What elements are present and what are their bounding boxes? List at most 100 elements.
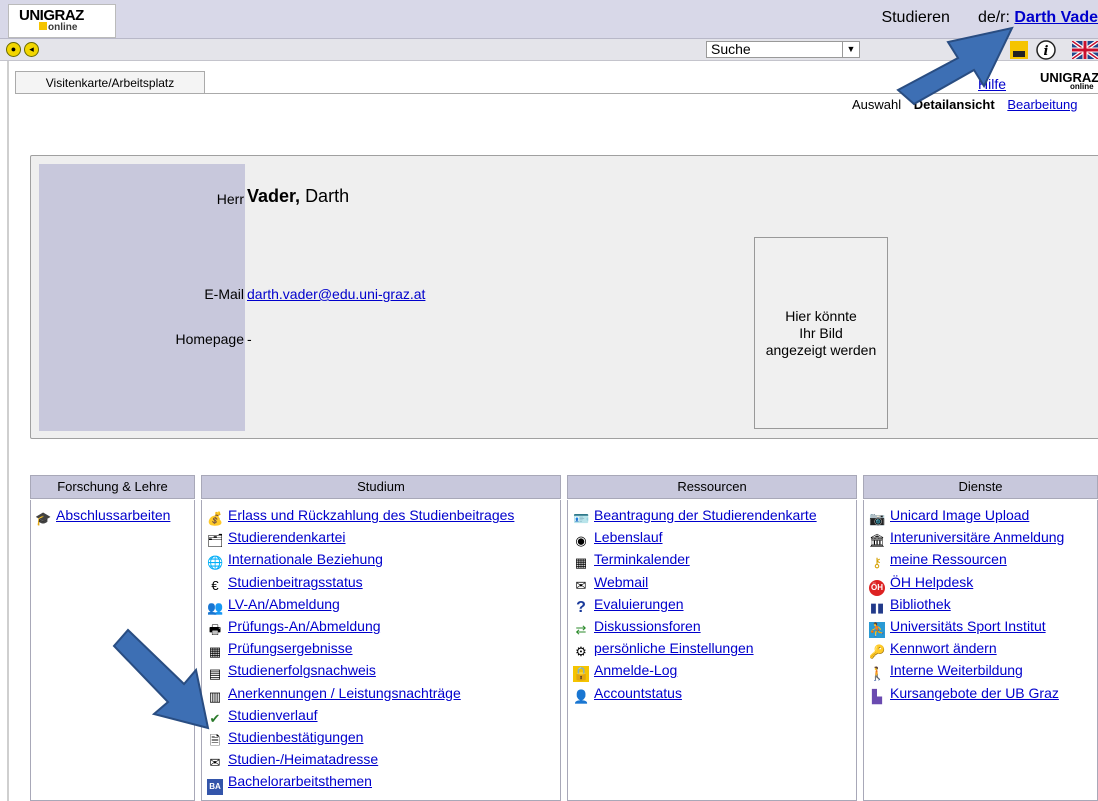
item-label[interactable]: Studienverlauf: [228, 707, 318, 723]
mail-icon: ✉: [575, 577, 587, 593]
item-label[interactable]: Erlass und Rückzahlung des Studienbeitra…: [228, 507, 514, 523]
list-item[interactable]: ⇄ Diskussionsforen: [573, 615, 856, 637]
email-link[interactable]: darth.vader@edu.uni-graz.at: [247, 286, 425, 302]
unigraz-online-logo[interactable]: UNIGRAZ online: [8, 4, 116, 38]
item-label[interactable]: Diskussionsforen: [594, 618, 701, 634]
column-forschung: Forschung & Lehre 🎓 Abschlussarbeiten: [30, 475, 195, 801]
ba-icon: BA: [207, 779, 223, 796]
item-label[interactable]: Interne Weiterbildung: [890, 662, 1023, 678]
list-item[interactable]: ⚷ meine Ressourcen: [869, 548, 1097, 570]
item-label[interactable]: Terminkalender: [594, 551, 690, 567]
list-item[interactable]: 🚶 Interne Weiterbildung: [869, 659, 1097, 681]
list-item[interactable]: 🔒 Anmelde-Log: [573, 659, 856, 683]
item-label[interactable]: Bibliothek: [890, 596, 951, 612]
item-label[interactable]: Prüfungs-An/Abmeldung: [228, 618, 381, 634]
list-item[interactable]: BA Bachelorarbeitsthemen: [207, 770, 560, 796]
list-item[interactable]: ▦ Prüfungsergebnisse: [207, 637, 560, 659]
unigraz-small-logo: UNIGRAZ online: [1040, 70, 1098, 91]
list-item[interactable]: € Studienbeitragsstatus: [207, 571, 560, 593]
last-name: Vader,: [247, 186, 301, 206]
item-label[interactable]: Studien-/Heimatadresse: [228, 751, 378, 767]
item-label[interactable]: Kennwort ändern: [890, 640, 997, 656]
library-icon: ▮▮: [869, 599, 885, 615]
photo-text-3: angezeigt werden: [765, 341, 877, 358]
list-item[interactable]: ▥ Anerkennungen / Leistungsnachträge: [207, 682, 560, 704]
list-item[interactable]: ? Evaluierungen: [573, 593, 856, 616]
chevron-down-icon[interactable]: ▼: [842, 42, 859, 57]
list-item[interactable]: 🔑 Kennwort ändern: [869, 637, 1097, 659]
search-select-value: Suche: [711, 41, 751, 57]
list-item[interactable]: 🎓 Abschlussarbeiten: [35, 504, 194, 526]
list-item[interactable]: ✉ Webmail: [573, 571, 856, 593]
list-item[interactable]: 💰 Erlass und Rückzahlung des Studienbeitr…: [207, 504, 560, 526]
list-item[interactable]: 🖶 Prüfungs-An/Abmeldung: [207, 615, 560, 637]
list-item[interactable]: 🪪 Beantragung der Studierendenkarte: [573, 504, 856, 526]
list-item[interactable]: ▦ Terminkalender: [573, 548, 856, 570]
card-index-icon: 🗂: [207, 533, 224, 549]
tab-visitenkarte[interactable]: Visitenkarte/Arbeitsplatz: [15, 71, 205, 94]
list-item[interactable]: ✉ Studien-/Heimatadresse: [207, 748, 560, 770]
envelope-icon: ✉: [209, 755, 221, 771]
item-label[interactable]: Studierendenkartei: [228, 529, 346, 545]
item-label[interactable]: Kursangebote der UB Graz: [890, 685, 1059, 701]
item-label[interactable]: meine Ressourcen: [890, 551, 1007, 567]
item-label[interactable]: Accountstatus: [594, 685, 682, 701]
item-label[interactable]: Studienbestätigungen: [228, 729, 363, 745]
list-item[interactable]: 🗂 Studierendenkartei: [207, 526, 560, 548]
item-label[interactable]: Bachelorarbeitsthemen: [228, 773, 372, 789]
list-item[interactable]: ÖH ÖH Helpdesk: [869, 571, 1097, 596]
item-label[interactable]: Prüfungsergebnisse: [228, 640, 353, 656]
camera-icon: 📷: [869, 511, 886, 526]
list-item[interactable]: 🏛 Interuniversitäre Anmeldung: [869, 526, 1097, 548]
column-dienste: Dienste 📷 Unicard Image Upload 🏛 Interuniv…: [863, 475, 1098, 801]
money-icon: 💰: [207, 511, 224, 526]
left-frame-border: [7, 61, 9, 801]
list-item[interactable]: ▤ Studienerfolgsnachweis: [207, 659, 560, 681]
arrow-annotation-bottom: [112, 628, 210, 730]
first-name: Darth: [305, 186, 350, 206]
column-body: 📷 Unicard Image Upload 🏛 Interuniversitäre…: [863, 500, 1098, 801]
arrow-annotation-top: [896, 26, 1014, 106]
item-label[interactable]: Evaluierungen: [594, 596, 684, 612]
item-label[interactable]: Unicard Image Upload: [890, 507, 1029, 523]
item-label[interactable]: persönliche Einstellungen: [594, 640, 754, 656]
search-select[interactable]: Suche ▼: [706, 41, 860, 58]
back-icon[interactable]: ◂: [24, 42, 39, 57]
password-icon: 🔑: [869, 644, 886, 660]
user-name-link[interactable]: Darth Vade: [1014, 9, 1098, 26]
item-label[interactable]: Beantragung der Studierendenkarte: [594, 507, 817, 523]
list-item[interactable]: 👥 LV-An/Abmeldung: [207, 593, 560, 615]
list-item[interactable]: 👤 Accountstatus: [573, 682, 856, 704]
column-body: 🪪 Beantragung der Studierendenkarte ◉ Lebe…: [567, 500, 857, 801]
item-label[interactable]: Studienerfolgsnachweis: [228, 662, 376, 678]
item-label[interactable]: Internationale Beziehung: [228, 551, 383, 567]
list-item[interactable]: ⛹ Universitäts Sport Institut: [869, 615, 1097, 638]
item-label[interactable]: LV-An/Abmeldung: [228, 596, 340, 612]
item-label[interactable]: Anmelde-Log: [594, 662, 677, 678]
item-label[interactable]: Lebenslauf: [594, 529, 663, 545]
question-icon: ?: [576, 598, 586, 616]
photo-text-2: Ihr Bild: [799, 324, 843, 341]
list-item[interactable]: ▙ Kursangebote der UB Graz: [869, 682, 1097, 704]
item-label[interactable]: Universitäts Sport Institut: [890, 618, 1046, 634]
list-item[interactable]: 🌐 Internationale Beziehung: [207, 548, 560, 570]
item-label[interactable]: Studienbeitragsstatus: [228, 574, 363, 590]
logo-subtext: online: [39, 22, 77, 33]
item-label[interactable]: Anerkennungen / Leistungsnachträge: [228, 685, 461, 701]
list-item[interactable]: 📷 Unicard Image Upload: [869, 504, 1097, 526]
item-label[interactable]: Webmail: [594, 574, 648, 590]
photo-placeholder: Hier könnte Ihr Bild angezeigt werden: [754, 237, 888, 429]
item-label[interactable]: Interuniversitäre Anmeldung: [890, 529, 1064, 545]
info-icon[interactable]: i: [1036, 40, 1056, 60]
list-item[interactable]: ◉ Lebenslauf: [573, 526, 856, 548]
graduation-cap-icon: 🎓: [35, 511, 52, 526]
item-label[interactable]: Abschlussarbeiten: [56, 507, 170, 523]
courses-icon: ▙: [872, 688, 882, 704]
list-item[interactable]: ⚙ persönliche Einstellungen: [573, 637, 856, 659]
list-item[interactable]: ✔ Studienverlauf: [207, 704, 560, 726]
home-icon[interactable]: ●: [6, 42, 21, 57]
list-item[interactable]: 🗎 Studienbestätigungen: [207, 726, 560, 748]
item-label[interactable]: ÖH Helpdesk: [890, 574, 973, 590]
uk-flag-icon[interactable]: [1070, 39, 1098, 61]
list-item[interactable]: ▮▮ Bibliothek: [869, 593, 1097, 615]
